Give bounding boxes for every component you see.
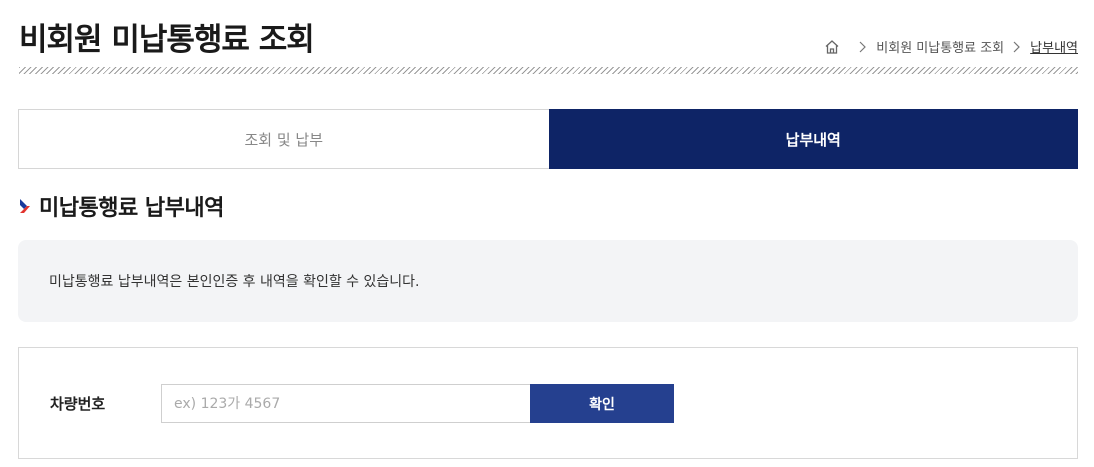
home-icon[interactable] (824, 39, 840, 55)
page-title: 비회원 미납통행료 조회 (19, 22, 315, 58)
tab-payment-history[interactable]: 납부내역 (548, 109, 1078, 169)
breadcrumb-item-parent[interactable]: 비회원 미납통행료 조회 (876, 37, 1004, 56)
chevron-right-icon (1011, 41, 1021, 53)
chevron-right-icon (18, 197, 32, 215)
breadcrumb-item-current[interactable]: 납부내역 (1030, 37, 1078, 56)
breadcrumb: 비회원 미납통행료 조회 납부내역 (824, 37, 1078, 56)
section-heading: 미납통행료 납부내역 (18, 190, 224, 222)
chevron-right-icon (857, 41, 867, 53)
vehicle-number-input[interactable] (161, 384, 531, 423)
vehicle-search-form: 차량번호 확인 (18, 347, 1078, 459)
confirm-button[interactable]: 확인 (530, 384, 674, 423)
tab-inquiry-payment[interactable]: 조회 및 납부 (18, 109, 549, 169)
title-divider (19, 67, 1078, 74)
info-notice-text: 미납통행료 납부내역은 본인인증 후 내역을 확인할 수 있습니다. (49, 274, 420, 290)
section-heading-text: 미납통행료 납부내역 (39, 196, 224, 221)
tab-bar: 조회 및 납부 납부내역 (18, 109, 1078, 169)
info-notice: 미납통행료 납부내역은 본인인증 후 내역을 확인할 수 있습니다. (18, 240, 1078, 322)
vehicle-number-label: 차량번호 (50, 395, 106, 413)
